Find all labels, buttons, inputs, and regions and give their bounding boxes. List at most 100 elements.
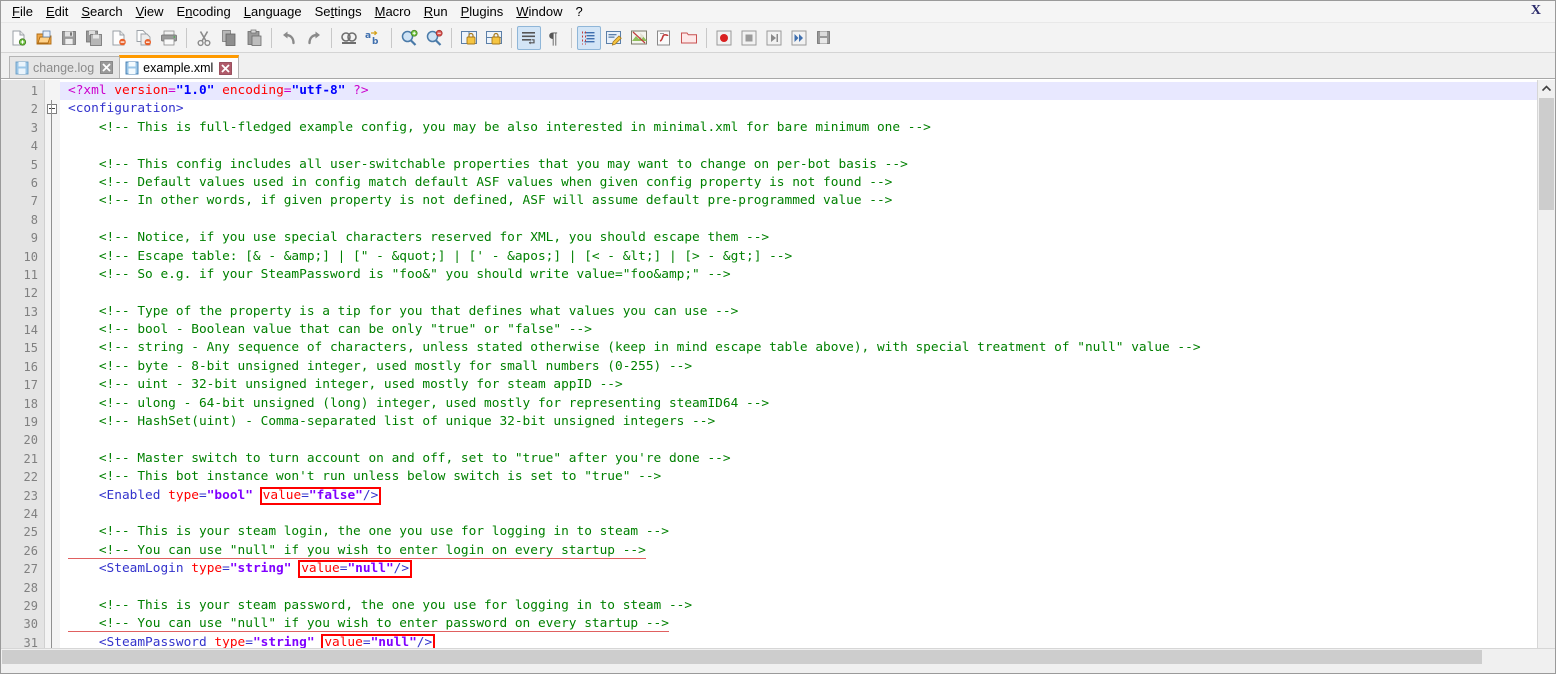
folder-as-workspace-icon[interactable] — [677, 26, 701, 50]
close-all-files-icon[interactable] — [132, 26, 156, 50]
function-list-icon[interactable] — [652, 26, 676, 50]
line-number: 10 — [23, 249, 38, 264]
save-icon[interactable] — [57, 26, 81, 50]
comment-text: <!-- Master switch to turn account on an… — [68, 450, 731, 466]
separator-6 — [511, 27, 512, 48]
scroll-up-arrow-icon[interactable] — [1538, 80, 1555, 97]
code-line-14: <!-- bool - Boolean value that can be on… — [60, 321, 1555, 339]
run-macro-multiple-icon[interactable] — [787, 26, 811, 50]
line-number: 3 — [30, 120, 38, 135]
tab-label-example-xml: example.xml — [143, 61, 214, 75]
code-line-11: <!-- So e.g. if your SteamPassword is "f… — [60, 266, 1555, 284]
self-close: /> — [362, 487, 379, 503]
open-file-icon[interactable] — [32, 26, 56, 50]
line-number: 6 — [30, 175, 38, 190]
save-all-icon[interactable] — [82, 26, 106, 50]
tag-steampassword-open: <SteamPassword — [98, 634, 215, 648]
close-window-button[interactable]: X — [1527, 3, 1545, 19]
sync-vertical-scrolling-icon[interactable] — [457, 26, 481, 50]
paste-icon[interactable] — [242, 26, 266, 50]
print-icon[interactable] — [157, 26, 181, 50]
svg-text:b: b — [372, 37, 379, 47]
attr-value: value — [262, 487, 302, 503]
cut-icon[interactable] — [192, 26, 216, 50]
close-file-icon[interactable] — [107, 26, 131, 50]
replace-icon[interactable]: a b — [362, 26, 386, 50]
indent-guide-icon[interactable] — [577, 25, 601, 50]
play-macro-icon[interactable] — [762, 26, 786, 50]
code-line-3: <!-- This is full-fledged example config… — [60, 119, 1555, 137]
comment-text: <!-- This is your steam login, the one y… — [68, 524, 669, 540]
undo-icon[interactable] — [277, 26, 301, 50]
line-number: 14 — [23, 323, 38, 338]
horizontal-scrollbar-thumb[interactable] — [2, 650, 1482, 664]
horizontal-scrollbar[interactable] — [1, 648, 1555, 665]
separator-4 — [391, 27, 392, 48]
file-save-icon — [15, 61, 29, 75]
show-all-characters-icon[interactable]: ¶ — [542, 26, 566, 50]
line-number: 13 — [23, 304, 38, 319]
tab-example-xml[interactable]: example.xml — [119, 55, 240, 78]
zoom-out-icon[interactable] — [422, 26, 446, 50]
document-map-icon[interactable] — [627, 26, 651, 50]
xml-version-value: "1.0" — [175, 83, 215, 98]
record-macro-icon[interactable] — [712, 26, 736, 50]
code-view[interactable]: <?xml version="1.0" encoding="utf-8" ?> … — [60, 80, 1555, 648]
redo-icon[interactable] — [302, 26, 326, 50]
menu-item-plugins[interactable]: Plugins — [455, 2, 511, 21]
copy-icon[interactable] — [217, 26, 241, 50]
separator-1 — [186, 27, 187, 48]
comment-text-spellcheck: <!-- You can use "null" if you wish to e… — [68, 542, 646, 559]
menu-item-search[interactable]: Search — [75, 2, 129, 21]
comment-text: <!-- string - Any sequence of characters… — [68, 340, 1201, 356]
tab-change-log[interactable]: change.log — [9, 56, 121, 78]
code-line-23: <Enabled type="bool" value="false"/> — [60, 486, 1555, 505]
fold-collapse-icon[interactable] — [47, 104, 57, 115]
stop-recording-icon[interactable] — [737, 26, 761, 50]
menu-item-window[interactable]: Window — [510, 2, 569, 21]
comment-text: <!-- Escape table: [& - &amp;] | [" - &q… — [68, 248, 793, 264]
line-number: 17 — [23, 378, 38, 393]
code-line-10: <!-- Escape table: [& - &amp;] | [" - &q… — [60, 248, 1555, 266]
menu-item-settings[interactable]: Settings — [309, 2, 369, 21]
code-line-6: <!-- Default values used in config match… — [60, 174, 1555, 192]
value-null: "null" — [370, 634, 417, 648]
tag-enabled-open: <Enabled — [98, 487, 169, 503]
menu-item-run[interactable]: Run — [418, 2, 455, 21]
separator-5 — [451, 27, 452, 48]
tab-close-icon[interactable] — [219, 61, 233, 75]
xml-declaration-open: <?xml — [68, 83, 115, 98]
save-macro-icon[interactable] — [812, 26, 836, 50]
zoom-in-icon[interactable] — [397, 26, 421, 50]
line-number: 1 — [30, 84, 38, 98]
find-icon[interactable] — [337, 26, 361, 50]
word-wrap-icon[interactable] — [517, 25, 541, 50]
vertical-scrollbar-thumb[interactable] — [1539, 98, 1554, 210]
tab-close-icon[interactable] — [100, 61, 114, 74]
menu-item-language[interactable]: Language — [238, 2, 309, 21]
menu-item-edit[interactable]: Edit — [40, 2, 75, 21]
vertical-scrollbar[interactable] — [1537, 80, 1555, 648]
value-type-string: "string" — [229, 561, 292, 577]
xml-encoding-value: "utf-8" — [291, 83, 346, 98]
equals-sign: = — [199, 487, 207, 503]
line-number: 24 — [23, 506, 38, 521]
line-number: 26 — [23, 543, 38, 558]
menu-bar: FFileile Edit Search View Encoding Langu… — [1, 1, 1555, 23]
comment-text: <!-- In other words, if given property i… — [68, 193, 893, 209]
line-number: 8 — [30, 212, 38, 227]
menu-item-view[interactable]: View — [130, 2, 171, 21]
menu-item-help[interactable]: ? — [570, 2, 590, 21]
equals-sign: = — [245, 634, 253, 648]
sync-horizontal-scrolling-icon[interactable] — [482, 26, 506, 50]
new-file-icon[interactable] — [7, 26, 31, 50]
comment-text: <!-- This is full-fledged example config… — [68, 119, 931, 135]
user-defined-language-icon[interactable] — [602, 26, 626, 50]
fold-margin[interactable] — [45, 80, 60, 648]
menu-item-encoding[interactable]: Encoding — [171, 2, 238, 21]
menu-item-macro[interactable]: Macro — [369, 2, 418, 21]
comment-text: <!-- So e.g. if your SteamPassword is "f… — [68, 266, 731, 282]
menu-item-file[interactable]: FFileile — [6, 2, 40, 21]
value-type-bool: "bool" — [206, 487, 253, 503]
